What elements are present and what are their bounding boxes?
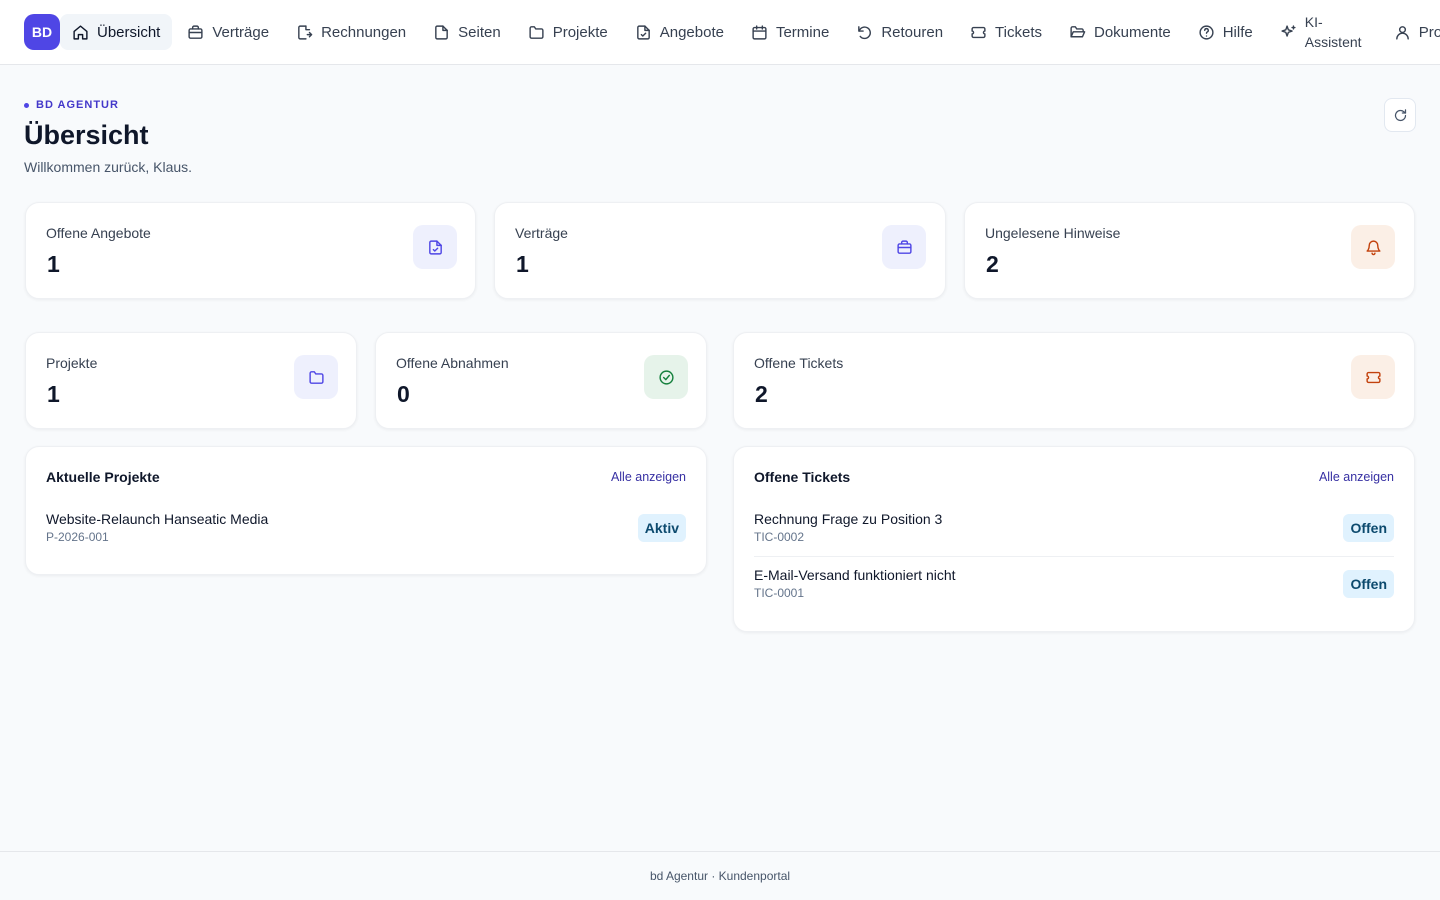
nav-label: Termine	[775, 23, 830, 41]
nav-label: KI-Assistent	[1304, 14, 1362, 50]
projects-show-all-link[interactable]: Alle anzeigen	[611, 470, 686, 484]
nav-label: Retouren	[881, 23, 944, 41]
panel-title: Offene Tickets	[754, 469, 851, 485]
project-code: P-2026-001	[46, 530, 109, 544]
nav-label: Seiten	[458, 23, 501, 41]
ticket-title: E-Mail-Versand funktioniert nicht	[754, 567, 956, 583]
stat-value: 1	[47, 381, 60, 407]
nav-label: Verträge	[212, 23, 270, 41]
stat-label: Offene Abnahmen	[396, 355, 509, 371]
stat-value: 1	[47, 251, 60, 277]
status-badge: Aktiv	[637, 514, 686, 542]
tickets-show-all-link[interactable]: Alle anzeigen	[1319, 470, 1394, 484]
eyebrow: BD AGENTUR	[24, 99, 119, 111]
nav-item-rechnungen[interactable]: Rechnungen	[284, 14, 418, 50]
refresh-icon	[1394, 108, 1406, 121]
bell-icon	[1365, 239, 1381, 255]
nav-label: Tickets	[995, 23, 1042, 41]
stat-card-offene-angebote[interactable]: Offene Angebote 1	[25, 202, 476, 299]
nav-label: Rechnungen	[321, 23, 407, 41]
briefcase-icon	[188, 24, 203, 39]
stat-icon-box	[1351, 225, 1395, 269]
nav-label: Angebote	[659, 23, 724, 41]
nav-label: Hilfe	[1222, 23, 1253, 41]
list-item[interactable]: E-Mail-Versand funktioniert nicht TIC-00…	[754, 556, 1394, 613]
sparkles-icon	[1281, 24, 1296, 37]
nav-item-hilfe[interactable]: Hilfe	[1186, 14, 1265, 50]
stat-label: Ungelesene Hinweise	[985, 225, 1121, 241]
file-check-icon	[428, 239, 442, 255]
stat-label: Offene Angebote	[46, 225, 151, 241]
top-navigation: BD Übersicht Verträge Rechnungen Seiten …	[0, 0, 1440, 65]
folder-icon	[529, 25, 544, 39]
stat-value: 2	[755, 381, 768, 407]
list-item[interactable]: Rechnung Frage zu Position 3 TIC-0002 Of…	[754, 501, 1394, 558]
file-check-icon	[636, 24, 650, 40]
list-item[interactable]: Website-Relaunch Hanseatic Media P-2026-…	[46, 501, 686, 558]
stat-icon-box	[882, 225, 926, 269]
main-nav: Übersicht Verträge Rechnungen Seiten Pro…	[60, 14, 1440, 50]
calendar-icon	[752, 24, 767, 40]
rotate-ccw-icon	[858, 25, 872, 39]
nav-item-profil[interactable]: Profil	[1382, 14, 1440, 50]
eyebrow-label: BD AGENTUR	[36, 99, 119, 111]
stat-value: 1	[516, 251, 529, 277]
stat-value: 0	[397, 381, 410, 407]
project-title: Website-Relaunch Hanseatic Media	[46, 511, 269, 527]
folder-icon	[308, 370, 324, 384]
stat-label: Projekte	[46, 355, 98, 371]
nav-label: Dokumente	[1094, 23, 1171, 41]
nav-label: Profil	[1418, 23, 1440, 41]
file-export-icon	[298, 24, 313, 40]
nav-item-ki-assistent[interactable]: KI-Assistent	[1268, 14, 1379, 50]
home-icon	[73, 24, 88, 40]
page-title: Übersicht	[24, 120, 149, 150]
tickets-panel: Offene Tickets Alle anzeigen Rechnung Fr…	[733, 446, 1415, 632]
eyebrow-dot	[24, 102, 29, 108]
nav-item-seiten[interactable]: Seiten	[421, 14, 513, 50]
ticket-code: TIC-0001	[754, 586, 805, 600]
briefcase-icon	[896, 239, 912, 254]
folder-open-icon	[1070, 25, 1086, 37]
projects-panel: Aktuelle Projekte Alle anzeigen Website-…	[25, 446, 707, 575]
stat-label: Verträge	[515, 225, 568, 241]
nav-item-angebote[interactable]: Angebote	[623, 14, 736, 50]
stat-value: 2	[986, 251, 999, 277]
help-circle-icon	[1199, 24, 1214, 40]
nav-label: Übersicht	[97, 23, 161, 41]
logo[interactable]: BD	[24, 14, 60, 50]
stat-card-offene-tickets[interactable]: Offene Tickets 2	[733, 332, 1415, 429]
ticket-icon	[971, 26, 986, 38]
nav-item-termine[interactable]: Termine	[739, 14, 841, 50]
stat-label: Offene Tickets	[754, 355, 844, 371]
panel-title: Aktuelle Projekte	[46, 469, 160, 485]
status-badge: Offen	[1343, 570, 1394, 598]
stat-card-ungelesene-hinweise[interactable]: Ungelesene Hinweise 2	[964, 202, 1415, 299]
nav-item-projekte[interactable]: Projekte	[516, 14, 620, 50]
nav-label: Projekte	[552, 23, 608, 41]
ticket-title: Rechnung Frage zu Position 3	[754, 511, 943, 527]
status-badge: Offen	[1343, 514, 1394, 542]
ticket-code: TIC-0002	[754, 530, 805, 544]
stat-icon-box	[1351, 355, 1395, 399]
file-icon	[435, 24, 449, 40]
stat-icon-box	[294, 355, 338, 399]
stat-card-projekte[interactable]: Projekte 1	[25, 332, 357, 429]
stat-icon-box	[413, 225, 457, 269]
footer-text: bd Agentur · Kundenportal	[649, 869, 791, 883]
nav-item-uebersicht[interactable]: Übersicht	[60, 14, 173, 50]
check-circle-icon	[658, 369, 674, 385]
nav-item-tickets[interactable]: Tickets	[958, 14, 1054, 50]
refresh-button[interactable]	[1384, 98, 1416, 132]
footer: bd Agentur · Kundenportal	[0, 851, 1440, 900]
nav-item-retouren[interactable]: Retouren	[844, 14, 955, 50]
ticket-icon	[1365, 371, 1381, 383]
stat-card-offene-abnahmen[interactable]: Offene Abnahmen 0	[375, 332, 707, 429]
stat-icon-box	[644, 355, 688, 399]
stat-card-vertraege[interactable]: Verträge 1	[494, 202, 946, 299]
user-icon	[1395, 25, 1409, 40]
nav-item-vertraege[interactable]: Verträge	[175, 14, 281, 50]
nav-item-dokumente[interactable]: Dokumente	[1057, 14, 1183, 50]
welcome-text: Willkommen zurück, Klaus.	[24, 159, 193, 175]
